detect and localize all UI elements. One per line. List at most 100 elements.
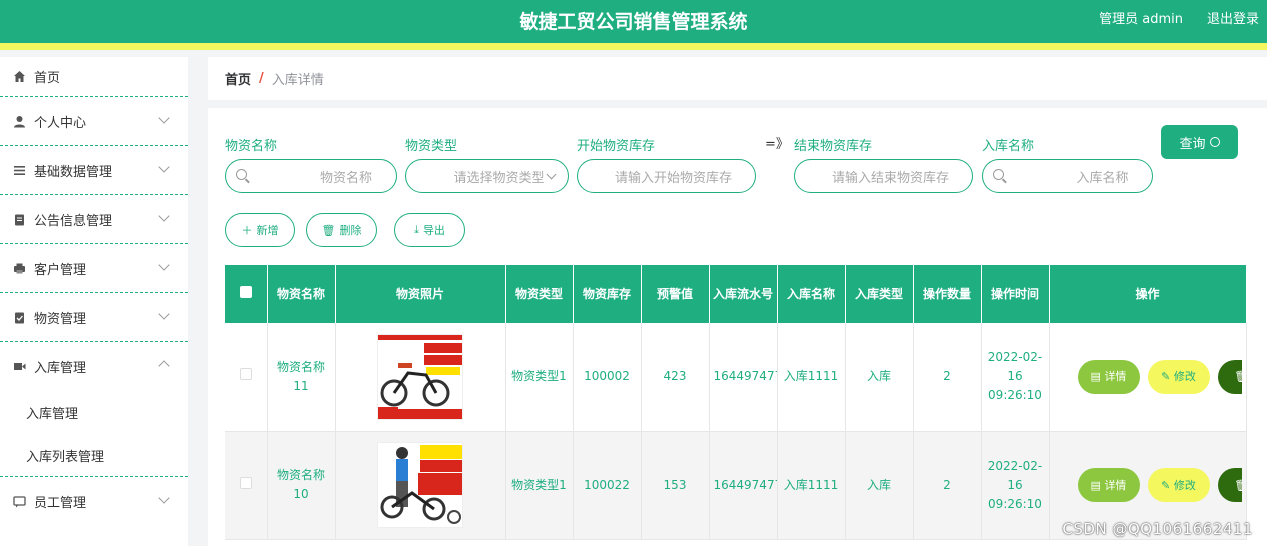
- col-header: 操作数量: [913, 265, 982, 323]
- list-icon: [12, 163, 26, 177]
- inbound-name-input[interactable]: 入库名称: [982, 159, 1153, 193]
- chevron-down-icon: [158, 161, 170, 173]
- row-delete-button[interactable]: 🗑 删: [1217, 468, 1242, 502]
- detail-label: 详情: [1104, 370, 1127, 384]
- sidebar-item-home[interactable]: 首页: [0, 57, 188, 97]
- cell-time: 2022-02-16 09:26:10: [981, 323, 1050, 432]
- cell-inbound-type: 入库: [845, 323, 914, 432]
- col-header: 物资库存: [573, 265, 642, 323]
- cell-name: 物资名称10: [267, 431, 336, 540]
- row-checkbox[interactable]: [225, 431, 268, 540]
- sidebar-item-label: 首页: [34, 71, 61, 86]
- col-header: 入库流水号: [709, 265, 778, 323]
- search-icon: [236, 169, 247, 180]
- select-all-checkbox[interactable]: [225, 265, 268, 323]
- inbound-table: 物资名称 物资照片 物资类型 物资库存 预警值 入库流水号 入库名称 入库类型 …: [225, 265, 1247, 540]
- material-type-label: 物资类型: [405, 139, 458, 154]
- cell-photo: [335, 431, 506, 540]
- chevron-down-icon: [546, 169, 557, 180]
- breadcrumb-home[interactable]: 首页: [225, 69, 251, 88]
- cell-photo: [335, 323, 506, 432]
- user-icon: [12, 114, 26, 128]
- detail-button[interactable]: ▤ 详情: [1077, 468, 1140, 502]
- chevron-down-icon: [158, 210, 170, 222]
- cell-qty: 2: [913, 431, 982, 540]
- product-photo: [377, 442, 463, 528]
- breadcrumb: 首页 / 入库详情: [208, 57, 1267, 100]
- start-stock-input[interactable]: 请输入开始物资库存: [577, 159, 756, 193]
- query-button[interactable]: 查询: [1161, 125, 1238, 159]
- range-arrow: =》: [765, 137, 789, 152]
- main-content: 物资名称 物资类型 开始物资库存 =》 结束物资库存 入库名称 物资名称 请选择…: [208, 108, 1267, 546]
- checklist-icon: [12, 310, 26, 324]
- delete-button[interactable]: 🗑 删除: [306, 213, 377, 247]
- sidebar-item-staff[interactable]: 员工管理: [0, 477, 188, 526]
- col-header: 操作: [1049, 265, 1247, 323]
- sidebar: 首页 个人中心 基础数据管理 公告信息管理 客户管理 物资管理 入库管理 入库管…: [0, 57, 188, 546]
- start-stock-placeholder: 请输入开始物资库存: [614, 170, 732, 186]
- cell-type: 物资类型1: [505, 431, 574, 540]
- admin-user: 管理员 admin: [1099, 12, 1183, 27]
- material-name-label: 物资名称: [225, 139, 278, 154]
- edit-button[interactable]: ✎ 修改: [1147, 359, 1210, 394]
- pencil-icon: ✎: [1161, 478, 1174, 492]
- sidebar-item-profile[interactable]: 个人中心: [0, 97, 188, 146]
- material-type-select[interactable]: 请选择物资类型: [405, 159, 569, 193]
- sidebar-subitem-inbound-manage[interactable]: 入库管理: [0, 391, 188, 434]
- sidebar-item-basic-data[interactable]: 基础数据管理: [0, 146, 188, 195]
- chevron-down-icon: [158, 112, 170, 124]
- sidebar-item-label: 入库管理: [34, 361, 87, 376]
- trash-icon: 🗑: [1234, 476, 1241, 495]
- end-stock-input[interactable]: 请输入结束物资库存: [794, 159, 973, 193]
- sidebar-subitem-inbound-list[interactable]: 入库列表管理: [0, 434, 188, 477]
- detail-button[interactable]: ▤ 详情: [1077, 359, 1140, 394]
- sidebar-item-label: 个人中心: [34, 115, 87, 131]
- download-icon: ⤓: [414, 223, 419, 236]
- table-row: 物资名称11 物资类型1 100002 423 16449747 入库1111 …: [225, 323, 1247, 432]
- cell-time: 2022-02-16 09:26:10: [981, 431, 1050, 540]
- cell-type: 物资类型1: [505, 323, 574, 432]
- query-label: 查询: [1179, 136, 1206, 152]
- col-header: 物资照片: [335, 265, 506, 323]
- detail-label: 详情: [1104, 478, 1127, 492]
- col-header: 入库名称: [777, 265, 846, 323]
- add-label: 新增: [256, 224, 279, 237]
- sidebar-item-label: 基础数据管理: [34, 164, 113, 180]
- material-name-placeholder: 物资名称: [319, 170, 372, 186]
- sidebar-item-label: 员工管理: [34, 496, 87, 511]
- home-icon: [12, 70, 26, 84]
- chevron-down-icon: [158, 259, 170, 271]
- pencil-icon: ✎: [1161, 370, 1174, 384]
- sidebar-item-materials[interactable]: 物资管理: [0, 293, 188, 342]
- cell-qty: 2: [913, 323, 982, 432]
- cell-stock: 100022: [573, 431, 642, 540]
- end-stock-placeholder: 请输入结束物资库存: [831, 170, 949, 186]
- cell-serial: 1644974770440: [709, 323, 778, 432]
- sidebar-item-customer[interactable]: 客户管理: [0, 244, 188, 293]
- edit-button[interactable]: ✎ 修改: [1147, 468, 1210, 502]
- material-name-input[interactable]: 物资名称: [225, 159, 397, 193]
- col-header: 操作时间: [981, 265, 1050, 323]
- export-button[interactable]: ⤓ 导出: [394, 213, 465, 247]
- cell-serial: 1644974770440: [709, 431, 778, 540]
- sidebar-item-notice[interactable]: 公告信息管理: [0, 195, 188, 244]
- search-icon: [993, 169, 1004, 180]
- breadcrumb-separator: /: [259, 71, 264, 86]
- watermark: CSDN @QQ1061662411: [1062, 520, 1253, 538]
- col-header: 物资名称: [267, 265, 336, 323]
- logout-link[interactable]: 退出登录: [1207, 0, 1259, 40]
- row-checkbox[interactable]: [225, 323, 268, 432]
- clipboard-icon: [12, 212, 26, 226]
- add-button[interactable]: ＋ 新增: [225, 213, 295, 247]
- product-photo: [377, 333, 463, 420]
- table-header-row: 物资名称 物资照片 物资类型 物资库存 预警值 入库流水号 入库名称 入库类型 …: [225, 265, 1247, 323]
- sidebar-item-inbound[interactable]: 入库管理: [0, 342, 188, 391]
- cell-actions: ▤ 详情 ✎ 修改 🗑 删: [1049, 323, 1247, 432]
- start-stock-label: 开始物资库存: [577, 139, 656, 154]
- trash-icon: 🗑: [1234, 367, 1241, 386]
- cell-name: 物资名称11: [267, 323, 336, 432]
- breadcrumb-current: 入库详情: [271, 73, 324, 88]
- row-delete-button[interactable]: 🗑 删: [1217, 359, 1242, 394]
- cell-inbound-type: 入库: [845, 431, 914, 540]
- cell-warning: 423: [641, 323, 710, 432]
